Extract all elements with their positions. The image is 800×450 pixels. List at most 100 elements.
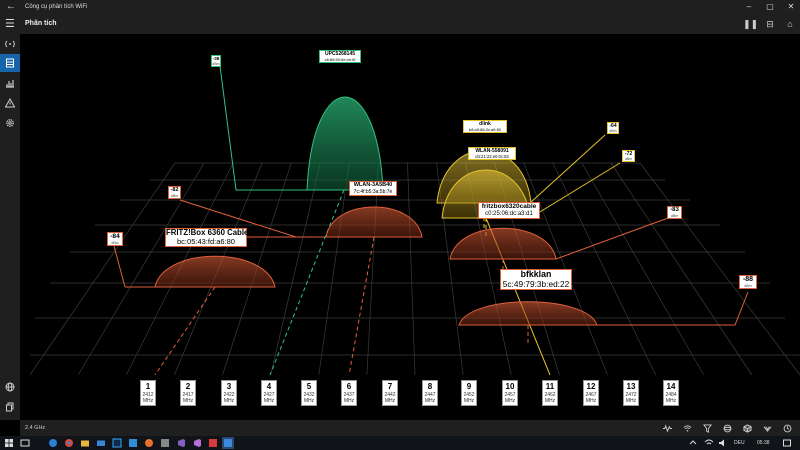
- channel-unit: MHz: [585, 398, 597, 404]
- tray-arrow-icon[interactable]: [688, 438, 698, 448]
- close-icon[interactable]: ✕: [784, 0, 798, 14]
- router-view-icon[interactable]: ⊟: [763, 16, 777, 32]
- wifi-icon[interactable]: [680, 421, 694, 435]
- channel-label: 7 2442 MHz: [382, 380, 398, 406]
- globe-icon: [5, 382, 15, 392]
- channel-number: 13: [626, 382, 636, 391]
- chrome-icon[interactable]: [64, 438, 74, 448]
- sidebar-item-chart[interactable]: [0, 74, 20, 92]
- cube-icon[interactable]: [740, 421, 754, 435]
- network-label[interactable]: bfkklan 5c:49:79:3b:ed:22: [500, 269, 572, 291]
- sidebar-item-web[interactable]: [0, 378, 20, 396]
- file-explorer-icon[interactable]: [80, 438, 90, 448]
- page-title: Phân tích: [25, 20, 57, 27]
- signal-dbm-value: -83: [670, 207, 679, 213]
- sidebar-item-settings[interactable]: [0, 114, 20, 132]
- app-icon[interactable]: [208, 438, 218, 448]
- network-mac: c6:66:50:6e:cb:0f: [324, 57, 356, 62]
- notification-icon[interactable]: [782, 438, 792, 448]
- app-icon[interactable]: [192, 438, 202, 448]
- channel-unit: MHz: [544, 398, 556, 404]
- channel-label: 10 2457 MHz: [502, 380, 518, 406]
- maximize-icon[interactable]: ▢: [763, 0, 777, 14]
- band-label: 2.4 GHz: [25, 425, 46, 431]
- channel-label: 11 2462 MHz: [542, 380, 558, 406]
- signal-curve-bfkklan[interactable]: [458, 291, 749, 345]
- visual-studio-icon[interactable]: [176, 438, 186, 448]
- network-mac: 7c:4f:b5:3a:5b:7e: [353, 188, 393, 195]
- channel-unit: MHz: [504, 398, 516, 404]
- channel-unit: MHz: [303, 398, 315, 404]
- network-label[interactable]: UPC5268145 c6:66:50:6e:cb:0f: [319, 50, 361, 63]
- photoshop-icon[interactable]: [112, 438, 122, 448]
- network-label[interactable]: WLAN-558091 d4:21:22:e0:0c:63: [468, 147, 516, 161]
- signal-strength-badge: -83 dBm: [667, 206, 682, 219]
- signal-dbm-value: -88: [742, 276, 754, 283]
- clock-icon[interactable]: [780, 421, 794, 435]
- mail-icon[interactable]: [96, 438, 106, 448]
- channel-label: 5 2432 MHz: [301, 380, 317, 406]
- channel-label: 9 2452 MHz: [461, 380, 477, 406]
- volume-icon[interactable]: [718, 438, 728, 448]
- sidebar-item-analysis[interactable]: [0, 54, 20, 72]
- network-ssid: WLAN-3A5B40: [353, 182, 393, 188]
- app-icon[interactable]: [128, 438, 138, 448]
- channel-number: 5: [306, 382, 312, 391]
- signal-dbm-unit: dBm: [670, 214, 679, 218]
- signal-dbm-unit: dBm: [744, 284, 752, 288]
- channel-number: 6: [346, 382, 352, 391]
- pause-icon[interactable]: ❚❚: [743, 16, 758, 32]
- task-view-icon[interactable]: [20, 438, 30, 448]
- router-icon: [6, 58, 14, 68]
- channel-unit: MHz: [343, 398, 355, 404]
- network-label[interactable]: WLAN-3A5B40 7c:4f:b5:3a:5b:7e: [349, 181, 397, 196]
- signal-dbm-unit: dBm: [624, 157, 633, 162]
- title-bar: ← Công cụ phân tích WiFi – ▢ ✕: [0, 0, 800, 14]
- signal-strength-badge: -72 dBm: [622, 150, 635, 163]
- signal-dbm-unit: dBm: [609, 129, 617, 133]
- signal-curve-fritz-box-6360-cable[interactable]: [113, 245, 276, 376]
- back-arrow-icon[interactable]: ←: [6, 0, 16, 14]
- signal-dbm-value: -38: [212, 56, 220, 61]
- network-tray-icon[interactable]: [704, 438, 714, 448]
- signal-dbm-unit: dBm: [212, 61, 220, 66]
- signal-curve-fritzbox6320cable[interactable]: [449, 217, 669, 272]
- status-bar: 2.4 GHz: [20, 420, 800, 436]
- channel-label: 12 2467 MHz: [583, 380, 599, 406]
- channel-unit: MHz: [263, 398, 275, 404]
- wifi-analyzer-taskbar-icon[interactable]: [222, 437, 234, 449]
- app-icon[interactable]: [160, 438, 170, 448]
- signal-dbm-value: -84: [110, 233, 120, 240]
- sphere-icon[interactable]: [720, 421, 734, 435]
- network-label[interactable]: fritzbox6320cable c0:25:06:dc:a3:d1: [478, 202, 540, 219]
- channel-label: 3 2422 MHz: [221, 380, 237, 406]
- channel-unit: MHz: [223, 398, 235, 404]
- sidebar-item-networks[interactable]: [0, 35, 20, 53]
- edge-browser-icon[interactable]: [48, 438, 58, 448]
- signal-dbm-unit: dBm: [170, 193, 179, 198]
- channel-unit: MHz: [424, 398, 436, 404]
- rotate-view-icon[interactable]: [760, 421, 774, 435]
- minimize-icon[interactable]: –: [742, 0, 756, 14]
- view-3d-icon[interactable]: ⌂: [783, 16, 797, 32]
- network-mac: d4:21:22:e0:0c:63: [475, 154, 509, 159]
- signal-wave-icon[interactable]: [660, 421, 674, 435]
- bar-chart-icon: [6, 80, 14, 88]
- language-indicator[interactable]: DEU: [734, 436, 745, 450]
- filter-icon[interactable]: [700, 421, 714, 435]
- sidebar-item-copy[interactable]: [0, 398, 20, 416]
- network-mac: 5c:49:79:3b:ed:22: [502, 278, 570, 289]
- channel-number: 1: [145, 382, 151, 391]
- gear-icon: [6, 119, 14, 127]
- clock-time[interactable]: 05:38: [757, 436, 770, 450]
- signal-strength-badge: -38 dBm: [211, 55, 221, 67]
- sidebar-item-warnings[interactable]: [0, 94, 20, 112]
- hamburger-menu-icon[interactable]: ☰: [5, 16, 15, 32]
- network-mac: b8:a3:86:3c:a5:50: [468, 127, 502, 132]
- network-label[interactable]: FRITZ!Box 6360 Cable bc:05:43:fd:a6:80: [165, 228, 248, 248]
- app-icon[interactable]: [144, 438, 154, 448]
- windows-start-icon[interactable]: [4, 438, 14, 448]
- network-label[interactable]: dlink b8:a3:86:3c:a5:50: [463, 120, 507, 133]
- signal-dbm-value: -82: [170, 187, 179, 193]
- copy-icon: [6, 402, 14, 412]
